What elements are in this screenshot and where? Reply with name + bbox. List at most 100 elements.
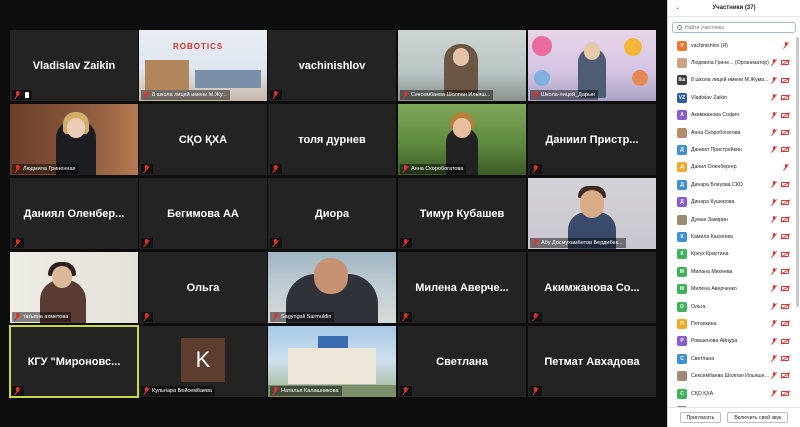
mic-muted-icon [271,313,279,321]
video-tile[interactable]: Петмат Авхадова [528,326,656,397]
participant-label: Анна Скоробогатова [691,129,741,136]
avatar: О [677,301,687,312]
participant-name: СҚО ҚХА [178,133,228,146]
mic-muted-icon [531,165,539,173]
scene-shape [195,70,261,88]
tile-caption: Кульнара Бейсембаева [141,386,215,396]
video-tile[interactable]: Тимур Кубашев [398,178,526,249]
panel-title: Участники (37) [712,5,756,11]
participant-label: Динара Блеуова СКО [691,181,743,188]
participant-row[interactable]: П Потапкина [668,315,795,332]
mic-muted-icon [401,387,409,395]
video-tile[interactable]: Абу Досмухамбетов Бердибек... [528,178,656,249]
mic-muted-icon [771,215,777,223]
participant-label: Светлана [691,355,715,362]
video-tile[interactable]: Людмила Гриненная [10,104,138,175]
video-tile[interactable]: Диора [268,178,396,249]
participant-row[interactable]: Анна Скоробогатова [668,124,795,141]
tile-caption [270,238,282,248]
participant-label: Акимжанова София [691,112,739,119]
participant-row[interactable]: С СҚО ҚХА [668,385,795,402]
participant-row[interactable]: С Светлана [668,350,795,367]
participant-row[interactable]: Д Данил Оленбергер [668,159,795,176]
video-tile[interactable]: Ольга [139,252,267,323]
video-tile[interactable]: татьяна ахметова [10,252,138,323]
camera-off-icon [781,321,789,327]
avatar: Д [677,197,687,208]
unmute-button[interactable]: Включить свой звук [727,412,789,423]
video-tile[interactable]: Даниял Оленбер... [10,178,138,249]
mic-muted-icon [142,91,150,99]
participant-name: Петмат Авхадова [544,355,640,368]
video-tile[interactable]: K Кульнара Бейсембаева [139,326,267,397]
participant-search[interactable] [672,22,796,33]
tile-caption [12,386,24,396]
participant-row[interactable]: 8ш 8 школа лицей имени М.Жума... [668,72,795,89]
avatar: Д [677,179,687,190]
participant-row[interactable]: Людмила Грине... (Организатор) [668,54,795,71]
avatar: 8ш [677,75,687,86]
participant-label: Сексембаева Шолпан Ильяшев... [691,373,771,380]
video-tile[interactable]: Анна Скоробогатова [398,104,526,175]
participant-name: КГУ "Мироновс... [27,355,121,368]
video-tile[interactable]: Светлана [398,326,526,397]
participant-row[interactable]: Сексембаева Шолпан Ильяшев... [668,367,795,384]
video-tile[interactable]: СҚО ҚХА [139,104,267,175]
participant-row[interactable]: К Креук Кристина [668,246,795,263]
participant-row[interactable]: К Камила Каскеева [668,228,795,245]
video-tile[interactable]: Школа-лицей_Дарын [528,30,656,101]
video-tile[interactable]: Даниил Пристр... [528,104,656,175]
avatar: V [677,40,687,51]
participant-row[interactable]: О Ольга [668,298,795,315]
participant-row[interactable]: Д Динара Блеуова СКО [668,176,795,193]
invite-button[interactable]: Пригласить [679,412,722,423]
participant-row[interactable]: Думан Закирин [668,211,795,228]
video-tile[interactable]: КГУ "Мироновс... [9,325,139,398]
tile-caption [530,164,542,174]
pin-icon [25,92,29,98]
participant-row[interactable]: Vvachinishlov (Я) [668,37,795,54]
participant-row[interactable]: Д Даниил Пристрейкин [668,141,795,158]
video-tile[interactable]: Бегимова АА [139,178,267,249]
video-tile[interactable]: ROBOTICS 8 школа лицей имени М.Жу... [139,30,267,101]
video-tile[interactable]: Наталья Калашникова [268,326,396,397]
status-icons [771,389,789,397]
video-tile[interactable]: Vladislav Zaikin [10,30,138,101]
status-icons [771,372,789,379]
mic-muted-icon [771,302,777,310]
participant-row[interactable]: М Милана Михеева [668,263,795,280]
video-tile[interactable]: vachinishlov [268,30,396,101]
scrollbar[interactable] [796,37,799,307]
participant-label: Камила Каскеева [691,233,733,240]
participant-row[interactable]: VZ Vladislav Zaikin [668,89,795,106]
camera-off-icon [781,390,789,396]
status-icons [771,128,789,136]
video-tile[interactable]: Sagyngali Sarmuldin [268,252,396,323]
avatar: VZ [677,92,687,103]
caption-label: Школа-лицей_Дарын [541,92,595,98]
scene-shape [67,118,85,138]
mic-muted-icon [783,42,789,49]
participant-row[interactable]: А Акимжанова София [668,107,795,124]
tile-caption [12,238,24,248]
participant-label: Потапкина [691,320,717,327]
chevron-down-icon[interactable]: ⌄ [675,4,680,11]
participant-row[interactable]: Р Ровшенова Айнура [668,333,795,350]
caption-label: Анна Скоробогатова [411,166,464,172]
search-input[interactable] [685,24,795,31]
video-tile[interactable]: толя дурнев [268,104,396,175]
mic-muted-icon [13,313,21,321]
video-tile[interactable]: Акимжанова Со... [528,252,656,323]
video-tile[interactable]: Сексембаева Шолпан Ильяш... [398,30,526,101]
avatar [677,371,687,382]
tile-caption [400,386,412,396]
video-tile[interactable]: Милена Аверче... [398,252,526,323]
tile-caption [141,164,153,174]
status-icons [783,163,789,171]
participant-label: Данил Оленбергер [691,164,737,171]
participant-row[interactable]: Д Динара Кушерова [668,194,795,211]
participant-row[interactable]: М Милена Аверченко [668,280,795,297]
tile-caption [270,90,282,100]
mic-muted-icon [771,285,777,292]
mic-muted-icon [531,387,539,395]
